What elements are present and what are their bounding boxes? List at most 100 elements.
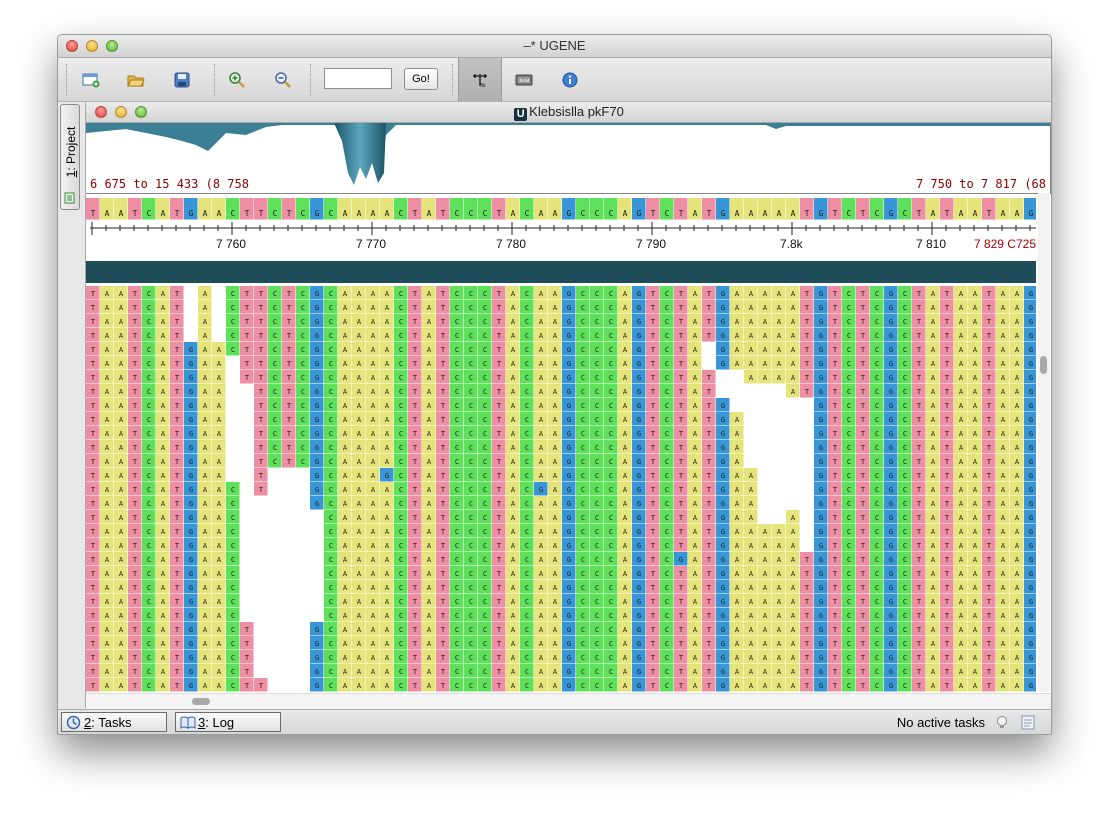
project-side-tab[interactable]: 1: Project [60,104,80,210]
read-base: C [464,622,478,636]
read-base: T [912,538,926,552]
read-base: A [744,286,758,300]
read-base: A [688,440,702,454]
svg-text:C: C [147,486,151,494]
read-base: A [968,426,982,440]
ruler-ticks [90,222,1036,235]
read-base: T [240,286,254,300]
svg-text:C: C [147,514,151,522]
svg-text:C: C [329,486,333,494]
svg-text:C: C [595,360,599,368]
read-base: A [114,580,128,594]
new-project-icon[interactable] [79,68,103,92]
hint-lightbulb-icon[interactable] [995,715,1009,734]
svg-text:C: C [301,332,305,340]
minimize-window-button[interactable] [86,40,98,52]
read-base: A [366,300,380,314]
svg-text:G: G [189,556,193,564]
horizontal-scrollbar[interactable] [86,693,1051,709]
svg-text:G: G [819,209,824,218]
minimize-view-button[interactable] [115,106,127,118]
read-base: C [898,468,912,482]
vertical-scroll-thumb[interactable] [1040,356,1047,374]
svg-text:G: G [315,318,319,326]
read-base: G [310,356,324,370]
svg-text:G: G [819,458,823,466]
read-base: C [576,286,590,300]
svg-text:C: C [399,430,403,438]
read-base: A [506,314,520,328]
read-base: C [604,538,618,552]
svg-text:G: G [637,402,641,410]
zoom-out-icon[interactable] [271,68,295,92]
read-base: G [184,468,198,482]
read-base: A [100,426,114,440]
close-window-button[interactable] [66,40,78,52]
svg-text:G: G [567,360,571,368]
read-base: A [212,566,226,580]
open-folder-icon[interactable] [124,68,148,92]
read-base: C [660,552,674,566]
read-base: G [1024,482,1036,496]
read-base: A [366,566,380,580]
svg-text:G: G [721,290,725,298]
close-view-button[interactable] [95,106,107,118]
read-base: C [842,678,856,692]
read-base: A [352,524,366,538]
read-base: T [674,454,688,468]
maximize-view-button[interactable] [135,106,147,118]
read-base: A [954,314,968,328]
read-base: G [884,300,898,314]
save-icon[interactable] [170,68,194,92]
svg-text:G: G [315,290,319,298]
read-base: G [562,426,576,440]
zoom-in-icon[interactable] [225,68,249,92]
svg-text:C: C [525,598,529,606]
reference-base: A [506,198,520,220]
read-base: G [562,440,576,454]
svg-text:C: C [231,570,235,578]
reference-base: T [170,198,184,220]
read-base: T [492,468,506,482]
read-base: C [898,440,912,454]
log-tab[interactable]: 3: Log [175,712,281,732]
read-base: A [380,412,394,426]
read-base: G [814,496,828,510]
read-base: A [198,440,212,454]
read-base: T [828,426,842,440]
svg-text:C: C [231,640,235,648]
bam-export-icon[interactable]: BAM [512,68,536,92]
read-base: C [324,580,338,594]
tasks-tab[interactable]: 2: Tasks [61,712,167,732]
reference-base: C [604,198,618,220]
notifications-icon[interactable] [1021,714,1035,734]
position-input[interactable] [324,68,392,89]
read-base: A [786,356,800,370]
info-icon[interactable] [558,68,582,92]
read-base: A [352,608,366,622]
reference-base: A [996,198,1010,220]
zoom-window-button[interactable] [106,40,118,52]
coverage-overview[interactable]: 6 675 to 15 433 (8 758 7 750 to 7 817 (6… [86,123,1051,194]
read-base: A [772,286,786,300]
reference-base: A [338,198,352,220]
vertical-scrollbar[interactable] [1038,193,1050,692]
read-base: C [142,594,156,608]
svg-text:C: C [595,458,599,466]
reads-area[interactable]: TTTTTTTTTTTTTTTTTTTTTTTTTTTTTAAAAAAAAAAA… [86,286,1036,692]
horizontal-scroll-thumb[interactable] [192,698,210,705]
read-base: A [366,538,380,552]
show-ruler-button[interactable]: 5k [458,58,502,101]
read-base: A [506,594,520,608]
svg-text:G: G [819,556,823,564]
read-base: A [548,356,562,370]
svg-text:C: C [595,388,599,396]
read-base: T [982,440,996,454]
read-base: A [212,384,226,398]
read-base: A [212,356,226,370]
svg-text:C: C [147,598,151,606]
read-base: G [814,622,828,636]
read-base: C [324,356,338,370]
reference-base: T [800,198,814,220]
go-button[interactable]: Go! [404,68,438,90]
